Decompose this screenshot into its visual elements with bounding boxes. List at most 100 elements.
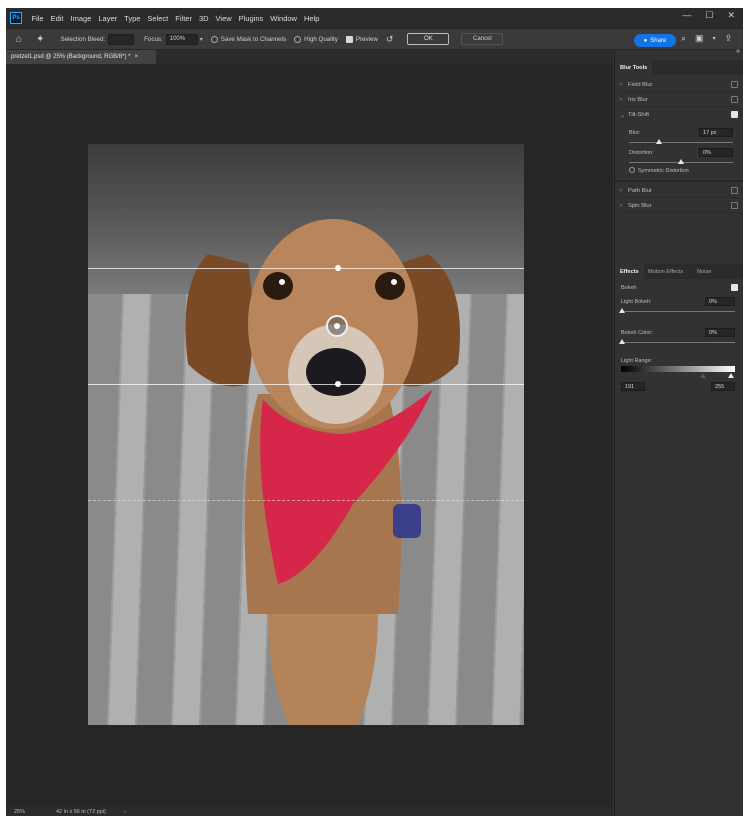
- status-bar: 25% 42 in x 56 in (72 ppi) ›: [6, 807, 613, 816]
- menu-window[interactable]: Window: [267, 14, 301, 23]
- blur-panel: » Blur Tools › Field Blur › Iris Blur ⌄ …: [614, 48, 743, 816]
- bokeh-color-slider[interactable]: [621, 342, 735, 343]
- blur-amount-slider-thumb[interactable]: [656, 139, 662, 144]
- right-toolbar-icons: ⌕ ▣ ▾ ⇪: [681, 33, 732, 44]
- distortion-input[interactable]: 0%: [699, 148, 733, 157]
- distortion-slider-thumb[interactable]: [678, 159, 684, 164]
- pin-tool-icon[interactable]: ✦: [36, 34, 44, 45]
- chevron-down-icon: ⌄: [620, 112, 626, 119]
- options-bar: ⌂ ✦ Selection Bleed: Focus: 100% ▾ Save …: [6, 28, 743, 50]
- tab-motion-effects[interactable]: Motion Effects: [643, 264, 688, 279]
- blur-item-field-blur[interactable]: › Field Blur: [620, 78, 738, 92]
- blur-pin-icon[interactable]: [326, 315, 348, 337]
- blur-amount-slider[interactable]: [629, 142, 733, 143]
- close-icon[interactable]: ✕: [727, 10, 735, 21]
- tilt-shift-checkbox[interactable]: [731, 111, 738, 118]
- menu-bar: Ps File Edit Image Layer Type Select Fil…: [6, 8, 743, 28]
- status-arrow-icon[interactable]: ›: [124, 809, 126, 815]
- save-mask-checkbox[interactable]: [210, 35, 218, 43]
- focus-input[interactable]: 100%: [165, 33, 198, 45]
- light-bokeh-slider[interactable]: [621, 311, 735, 312]
- selection-bleed-input[interactable]: [108, 33, 135, 45]
- tab-effects[interactable]: Effects: [615, 264, 644, 279]
- light-bokeh-label: Light Bokeh:: [621, 299, 652, 305]
- menu-filter[interactable]: Filter: [172, 14, 196, 23]
- tilt-rotate-handle-bottom[interactable]: [335, 381, 341, 387]
- ok-button[interactable]: OK: [407, 33, 450, 45]
- preview-label: Preview: [355, 35, 378, 43]
- menu-select[interactable]: Select: [144, 14, 172, 23]
- menu-help[interactable]: Help: [300, 14, 322, 23]
- blur-item-label: Path Blur: [628, 187, 652, 194]
- preview-checkbox[interactable]: [345, 35, 353, 43]
- zoom-level[interactable]: 25%: [14, 809, 44, 815]
- tab-noise[interactable]: Noise: [692, 264, 716, 279]
- document-tab[interactable]: pretzel1.psd @ 25% (Background, RGB/8*) …: [6, 50, 156, 64]
- spin-blur-checkbox[interactable]: [731, 202, 738, 209]
- maximize-icon[interactable]: ☐: [705, 10, 713, 21]
- menu-view[interactable]: View: [212, 14, 235, 23]
- blur-amount-input[interactable]: 17 px: [699, 128, 733, 137]
- bokeh-checkbox[interactable]: [731, 284, 738, 291]
- tilt-focus-line-top[interactable]: [88, 268, 524, 269]
- menu-edit[interactable]: Edit: [47, 14, 67, 23]
- blur-item-label: Field Blur: [628, 81, 653, 88]
- minimize-icon[interactable]: —: [682, 10, 691, 21]
- symmetric-distortion-label: Symmetric Distortion: [638, 168, 689, 174]
- menu-file[interactable]: File: [28, 14, 47, 23]
- blur-item-spin-blur[interactable]: › Spin Blur: [620, 199, 738, 213]
- blur-item-path-blur[interactable]: › Path Blur: [620, 184, 738, 198]
- document-image[interactable]: [88, 144, 524, 725]
- reset-icon[interactable]: ↺: [386, 34, 394, 45]
- bokeh-color-label: Bokeh Color:: [621, 330, 653, 336]
- light-range-gradient[interactable]: [621, 366, 735, 372]
- bokeh-color-input[interactable]: 0%: [705, 328, 735, 337]
- light-range-low-thumb[interactable]: [700, 373, 706, 378]
- bokeh-label: Bokeh: [621, 285, 637, 291]
- search-icon[interactable]: ⌕: [681, 33, 686, 44]
- document-size: 42 in x 56 in (72 ppi): [56, 808, 106, 815]
- tab-blur-tools[interactable]: Blur Tools: [615, 60, 653, 75]
- share-button[interactable]: ● Share: [634, 34, 676, 47]
- path-blur-checkbox[interactable]: [731, 187, 738, 194]
- dog-image: [185, 219, 460, 725]
- blur-item-label: Tilt-Shift: [628, 112, 650, 118]
- divider: [615, 180, 743, 182]
- high-quality-checkbox[interactable]: [294, 35, 302, 43]
- blur-item-tilt-shift[interactable]: ⌄ Tilt-Shift: [620, 108, 738, 122]
- home-icon[interactable]: ⌂: [16, 34, 22, 45]
- canvas-area[interactable]: [6, 64, 613, 807]
- cancel-button[interactable]: Cancel: [461, 33, 504, 45]
- light-range-high-thumb[interactable]: [728, 373, 734, 378]
- tilt-feather-line-bottom[interactable]: [88, 500, 524, 501]
- light-range-low-input[interactable]: 191: [621, 382, 645, 391]
- distortion-label: Distortion:: [629, 150, 654, 156]
- light-bokeh-input[interactable]: 0%: [705, 297, 735, 306]
- menu-layer[interactable]: Layer: [95, 14, 121, 23]
- user-icon: ●: [643, 37, 648, 44]
- export-icon[interactable]: ⇪: [725, 33, 733, 44]
- blur-amount-label: Blur:: [629, 130, 641, 136]
- collapse-panels-icon[interactable]: »: [736, 48, 740, 55]
- light-range-high-input[interactable]: 255: [711, 382, 735, 391]
- tilt-focus-line-bottom[interactable]: [88, 384, 524, 385]
- blur-item-label: Iris Blur: [628, 96, 648, 103]
- tilt-rotate-handle-top[interactable]: [335, 265, 341, 271]
- blur-item-iris-blur[interactable]: › Iris Blur: [620, 93, 738, 107]
- photoshop-logo-icon: Ps: [10, 12, 22, 24]
- light-bokeh-slider-thumb[interactable]: [619, 308, 625, 313]
- close-tab-icon[interactable]: ×: [134, 54, 138, 60]
- chevron-down-icon[interactable]: ▾: [713, 35, 716, 44]
- symmetric-distortion-checkbox[interactable]: [629, 167, 635, 173]
- menu-type[interactable]: Type: [121, 14, 144, 23]
- workspace-icon[interactable]: ▣: [695, 33, 704, 44]
- field-blur-checkbox[interactable]: [731, 81, 738, 88]
- bokeh-color-slider-thumb[interactable]: [619, 339, 625, 344]
- menu-image[interactable]: Image: [67, 14, 95, 23]
- light-range-label: Light Range:: [621, 358, 653, 364]
- menu-3d[interactable]: 3D: [195, 14, 212, 23]
- iris-blur-checkbox[interactable]: [731, 96, 738, 103]
- chevron-down-icon[interactable]: ▾: [200, 36, 203, 43]
- window-controls: — ☐ ✕: [682, 10, 735, 21]
- menu-plugins[interactable]: Plugins: [235, 14, 267, 23]
